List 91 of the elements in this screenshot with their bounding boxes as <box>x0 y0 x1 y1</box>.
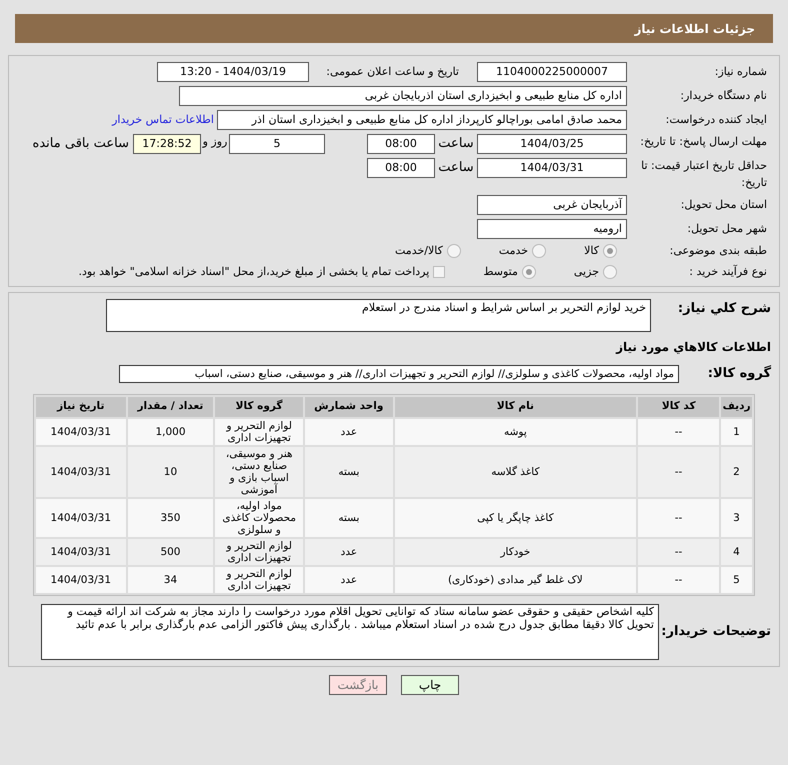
table-cell: 1 <box>720 418 752 444</box>
table-cell: 1404/03/31 <box>36 538 126 564</box>
text-field[interactable]: اداره کل منابع طبیعی و ابخیزداری استان اذربایجان غربی <box>179 86 627 106</box>
table-cell: -- <box>638 566 719 592</box>
text-field[interactable]: ارومیه <box>477 219 627 239</box>
summary-textarea[interactable]: خرید لوازم التحریر بر اساس شرایط و اسناد مندرج در استعلام <box>106 299 651 332</box>
field-label: شرح کلي نياز: <box>676 300 771 318</box>
field-label: شهر محل تحویل: <box>686 220 767 237</box>
text-field[interactable]: 08:00 <box>367 134 435 154</box>
table-cell: 1404/03/31 <box>36 566 126 592</box>
table-cell: لوازم التحریر و تجهیزات اداری <box>215 538 304 564</box>
table-cell: 10 <box>128 446 214 496</box>
table-cell: لوازم التحریر و تجهیزات اداری <box>215 566 304 592</box>
table-cell: 1404/03/31 <box>36 446 126 496</box>
column-header: تاریخ نیاز <box>36 396 126 416</box>
time-label: ساعت <box>437 135 475 153</box>
field-label: ایجاد کننده درخواست: <box>664 112 767 128</box>
radio-button[interactable] <box>603 264 617 279</box>
text-field[interactable]: 1104000225000007 <box>477 62 627 82</box>
column-header: ردیف <box>721 396 752 416</box>
table-cell: عدد <box>305 538 393 564</box>
field-label: استان محل تحویل: <box>680 196 767 213</box>
radio-button[interactable] <box>522 264 536 279</box>
field-label: شماره نیاز: <box>714 64 767 80</box>
table-cell: 1404/03/31 <box>36 498 126 536</box>
table-cell: پوشه <box>394 418 636 444</box>
field-label: نام دستگاه خریدار: <box>679 88 767 104</box>
field-label: گروه کالا: <box>706 364 771 383</box>
field-label: طبقه بندی موضوعی: <box>668 243 767 259</box>
remaining-label: ساعت باقی مانده <box>32 135 129 153</box>
page-title: جزئیات اطلاعات نیاز <box>634 20 755 38</box>
field-label: مهلت ارسال پاسخ: تا تاریخ: <box>639 134 767 150</box>
table-cell: -- <box>638 498 719 536</box>
time-label: ساعت <box>437 159 475 177</box>
table-cell: کاغذ گلاسه <box>394 446 636 496</box>
table-cell: 5 <box>720 566 752 592</box>
column-header: گروه کالا <box>215 396 303 416</box>
table-cell: 1404/03/31 <box>36 418 126 444</box>
table-cell: بسته <box>305 446 393 496</box>
field-label: توضیحات خریدار: <box>660 622 771 641</box>
table-cell: عدد <box>305 418 393 444</box>
days-label: روز و <box>201 134 228 150</box>
table-cell: لوازم التحریر و تجهیزات اداری <box>215 418 304 444</box>
table-cell: 4 <box>720 538 752 564</box>
text-field[interactable]: 1404/03/31 <box>477 158 627 178</box>
radio-label: متوسط <box>483 264 518 280</box>
checkbox[interactable] <box>433 266 446 278</box>
checkbox-label: پرداخت تمام یا بخشی از مبلغ خرید،از محل "اسناد خزانه اسلامی" خواهد بود. <box>78 264 430 280</box>
field-label: نوع فرآیند خرید : <box>688 264 767 280</box>
table-cell: 500 <box>128 538 214 564</box>
column-header: کد کالا <box>638 396 720 416</box>
text-field[interactable]: 5 <box>229 134 325 154</box>
table-cell: هنر و موسیقی، صنایع دستی، اسباب بازی و آموزشی <box>215 446 304 496</box>
table-cell: عدد <box>305 566 393 592</box>
radio-label: کالا <box>584 243 599 259</box>
back-button[interactable]: بازگشت <box>329 674 387 694</box>
table-cell: 1,000 <box>128 418 214 444</box>
table-cell: 350 <box>128 498 214 536</box>
column-header: واحد شمارش <box>304 396 393 416</box>
column-header: نام کالا <box>394 396 636 416</box>
table-cell: -- <box>638 418 719 444</box>
text-field[interactable]: 1404/03/25 <box>477 134 627 154</box>
table-cell: 34 <box>128 566 214 592</box>
section-heading: اطلاعات کالاهاي مورد نياز <box>614 339 771 356</box>
table-cell: کاغذ چاپگر یا کپی <box>394 498 636 536</box>
radio-button[interactable] <box>532 244 546 258</box>
notes-textarea[interactable]: کلیه اشخاص حقیقی و حقوقی عضو سامانه ستاد که توانایی تحویل اقلام مورد درخواست را دارند مجاز به شرکت اند ارائه قیمت و تحویل کالا دقیقا مطابق جدول درج شده در اسناد استعلام میباشد . بارگذاری پیش فاکتور الزامی عدم بارگذاری برابر با عدم تائید <box>41 604 659 660</box>
table-cell: مواد اولیه، محصولات کاغذی و سلولزی <box>215 498 304 536</box>
column-header: تعداد / مقدار <box>128 396 214 416</box>
text-field[interactable]: 1404/03/19 - 13:20 <box>157 62 309 82</box>
radio-label: جزیی <box>574 264 599 280</box>
radio-label: کالا/خدمت <box>395 243 443 259</box>
text-field[interactable]: 08:00 <box>367 158 435 178</box>
table-cell: -- <box>638 538 719 564</box>
table-cell: 3 <box>720 498 752 536</box>
text-field[interactable]: محمد صادق امامی بوراچالو کارپرداز اداره کل منابع طبیعی و ابخیزداری استان اذر <box>217 110 627 130</box>
radio-label: خدمت <box>498 243 528 259</box>
radio-button[interactable] <box>603 244 617 258</box>
field-label: حداقل تاریخ اعتبار قیمت: تا تاریخ: <box>640 158 767 191</box>
table-cell: خودکار <box>394 538 636 564</box>
table-cell: بسته <box>305 498 393 536</box>
text-field[interactable]: آذربایجان غربی <box>477 195 627 215</box>
radio-button[interactable] <box>446 244 461 258</box>
goods-group-field[interactable]: مواد اولیه، محصولات کاغذی و سلولزی// لوازم التحریر و تجهیزات اداری// هنر و موسیقی، صنایع دستی، اسباب <box>119 364 679 383</box>
table-cell: -- <box>638 446 719 496</box>
text-field[interactable]: 17:28:52 <box>133 134 201 154</box>
table-cell: 2 <box>720 446 752 496</box>
contact-link[interactable]: اطلاعات تماس خریدار <box>112 112 214 128</box>
table-cell: لاک غلط گیر مدادی (خودکاری) <box>394 566 636 592</box>
field-label: تاریخ و ساعت اعلان عمومی: <box>325 64 459 80</box>
print-button[interactable]: چاپ <box>401 674 459 694</box>
